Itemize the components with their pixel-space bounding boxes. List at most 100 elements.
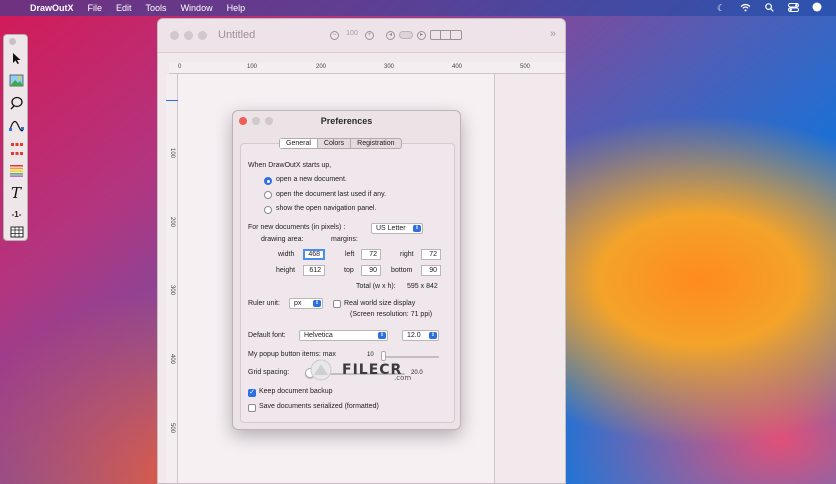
paper-size-popup[interactable]: US Letter ⇕ <box>371 223 423 234</box>
ruler-label: 300 <box>169 284 176 296</box>
radio-new-document[interactable] <box>264 177 272 185</box>
tool-palette: T -1- <box>3 34 28 241</box>
ruler-label: 200 <box>316 64 327 70</box>
moon-icon[interactable]: ☾ <box>716 3 726 14</box>
real-world-checkbox[interactable] <box>333 300 341 308</box>
chevron-updown-icon: ⇕ <box>378 332 386 339</box>
serialized-checkbox[interactable] <box>248 404 256 412</box>
zoom-value[interactable]: 100 <box>343 30 361 40</box>
drawing-area-label: drawing area: <box>261 236 304 243</box>
startup-label: When DrawOutX starts up, <box>248 162 332 169</box>
ruler-label: 100 <box>169 147 176 159</box>
menu-tools[interactable]: Tools <box>146 3 167 13</box>
chevron-updown-icon: ⇕ <box>429 332 437 339</box>
vertical-ruler: 100 200 300 400 500 <box>166 74 178 483</box>
text-tool-icon[interactable]: T <box>7 183 26 202</box>
radio-last-document[interactable] <box>264 191 272 199</box>
tab-general[interactable]: General <box>280 139 318 148</box>
prefs-title: Preferences <box>320 116 373 126</box>
left-margin-field[interactable]: 72 <box>361 249 381 260</box>
right-label: right <box>400 251 414 258</box>
popup-items-label: My popup button items: max <box>248 351 336 358</box>
menu-help[interactable]: Help <box>227 3 246 13</box>
ruler-marker <box>166 100 178 101</box>
control-center-icon[interactable] <box>788 2 799 14</box>
font-size-popup[interactable]: 12.0 ⇕ <box>402 330 439 341</box>
navigate-back-icon[interactable]: ◂ <box>386 30 395 40</box>
paper-size-value: US Letter <box>376 225 406 232</box>
bottom-margin-field[interactable]: 90 <box>421 265 441 276</box>
view-grid-icon[interactable] <box>441 31 451 39</box>
menu-bar: DrawOutX File Edit Tools Window Help ☾ <box>0 0 836 16</box>
bottom-label: bottom <box>391 267 413 274</box>
top-margin-field[interactable]: 90 <box>361 265 381 276</box>
zoom-in-icon[interactable]: + <box>365 30 374 40</box>
width-field[interactable]: 468 <box>303 249 325 260</box>
navigate-forward-icon[interactable]: ▸ <box>417 30 426 40</box>
radio-navigation-panel[interactable] <box>264 206 272 214</box>
ruler-label: 0 <box>178 64 182 70</box>
view-page-icon[interactable] <box>451 31 461 39</box>
search-icon[interactable] <box>764 2 774 14</box>
width-label: width <box>278 251 295 258</box>
palette-close-button[interactable] <box>9 38 16 45</box>
right-margin-field[interactable]: 72 <box>421 249 441 260</box>
table-tool-icon[interactable] <box>7 222 26 241</box>
ruler-unit-label: Ruler unit: <box>248 300 280 307</box>
preferences-window: Preferences General Colors Registration … <box>232 110 461 430</box>
doc-close-button[interactable] <box>170 31 179 40</box>
arrow-tool-icon[interactable] <box>7 49 26 68</box>
view-mode-segment[interactable] <box>430 30 462 40</box>
document-titlebar: Untitled − 100 + ◂ ▸ » <box>158 19 565 53</box>
lasso-tool-icon[interactable] <box>7 93 26 112</box>
document-title: Untitled <box>218 29 256 41</box>
bezier-tool-icon[interactable] <box>7 116 26 135</box>
left-label: left <box>345 251 355 258</box>
screen-resolution-label: (Screen resolution: 71 ppi) <box>350 311 433 318</box>
real-world-label[interactable]: Real world size display <box>344 300 415 307</box>
font-popup[interactable]: Helvetica ⇕ <box>299 330 388 341</box>
color-lines-icon[interactable] <box>7 161 26 180</box>
serialized-label[interactable]: Save documents serialized (formatted) <box>259 403 379 410</box>
ruler-label: 100 <box>247 64 258 70</box>
total-label: Total (w x h): <box>356 283 396 290</box>
siri-icon[interactable] <box>812 2 822 14</box>
doc-minimize-button[interactable] <box>184 31 193 40</box>
menu-window[interactable]: Window <box>181 3 213 13</box>
keep-backup-checkbox[interactable]: ✓ <box>248 389 256 397</box>
margins-label: margins: <box>331 236 358 243</box>
top-label: top <box>344 267 354 274</box>
keep-backup-label[interactable]: Keep document backup <box>259 388 333 395</box>
default-font-label: Default font: <box>248 332 286 339</box>
selection-handles-icon[interactable] <box>7 139 26 158</box>
ruler-label: 500 <box>169 422 176 434</box>
font-size-value: 12.0 <box>407 332 421 339</box>
watermark-logo-icon <box>310 359 332 381</box>
toggle-switch[interactable] <box>399 31 413 39</box>
prefs-tabs: General Colors Registration <box>279 138 402 149</box>
radio-label[interactable]: open the document last used if any. <box>276 191 386 198</box>
new-docs-label: For new documents (in pixels) : <box>248 224 346 231</box>
chevron-updown-icon: ⇕ <box>413 225 421 232</box>
tab-registration[interactable]: Registration <box>351 139 400 148</box>
ruler-unit-popup[interactable]: px ⇕ <box>289 298 323 309</box>
total-value: 595 x 842 <box>407 283 438 290</box>
image-tool-icon[interactable] <box>7 71 26 90</box>
tab-colors[interactable]: Colors <box>318 139 352 148</box>
chevron-updown-icon: ⇕ <box>313 300 321 307</box>
menu-file[interactable]: File <box>88 3 103 13</box>
grid-spacing-label: Grid spacing: <box>248 369 290 376</box>
menu-app-name[interactable]: DrawOutX <box>30 3 74 13</box>
ruler-unit-value: px <box>294 300 302 307</box>
grid-spacing-value: 20.0 <box>411 370 423 376</box>
wifi-icon[interactable] <box>740 3 751 14</box>
height-field[interactable]: 612 <box>303 265 325 276</box>
zoom-out-icon[interactable]: − <box>330 30 339 40</box>
doc-zoom-button[interactable] <box>198 31 207 40</box>
ruler-label: 500 <box>520 64 531 70</box>
menu-edit[interactable]: Edit <box>116 3 132 13</box>
toolbar-overflow-icon[interactable]: » <box>550 28 556 40</box>
radio-label[interactable]: show the open navigation panel. <box>276 205 376 212</box>
radio-label[interactable]: open a new document. <box>276 176 347 183</box>
view-list-icon[interactable] <box>431 31 441 39</box>
